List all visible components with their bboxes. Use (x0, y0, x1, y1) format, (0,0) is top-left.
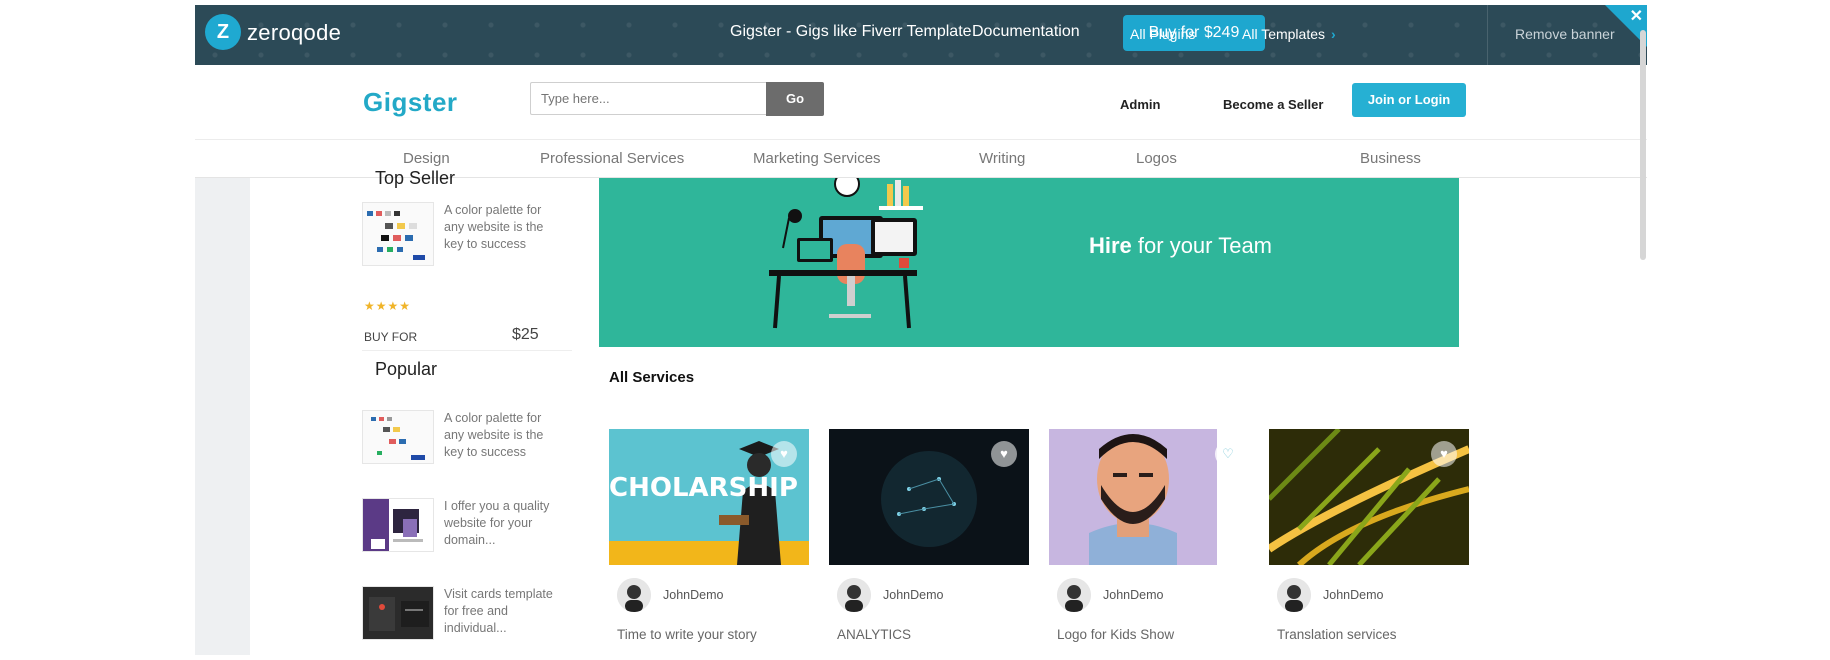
become-seller-link[interactable]: Become a Seller (1223, 97, 1323, 112)
top-seller-item[interactable]: A color palette for any website is the k… (362, 202, 572, 344)
service-card-image[interactable]: ♥ (829, 429, 1029, 565)
popular-item[interactable]: A color palette for any website is the k… (362, 410, 572, 490)
scrollbar[interactable] (1640, 30, 1646, 260)
palette-thumbnail-icon[interactable] (362, 202, 434, 266)
popular-item[interactable]: Visit cards template for free and indivi… (362, 586, 572, 655)
category-marketing-services[interactable]: Marketing Services (753, 150, 881, 167)
heart-icon[interactable]: ♥ (1431, 441, 1457, 467)
popular-item[interactable]: I offer you a quality website for your d… (362, 498, 572, 578)
workspace-illustration-icon (769, 178, 923, 329)
website-thumbnail-icon[interactable] (362, 498, 434, 552)
visit-card-thumbnail-icon[interactable] (362, 586, 434, 640)
palette-thumbnail-icon[interactable] (362, 410, 434, 464)
category-professional-services[interactable]: Professional Services (540, 150, 684, 167)
all-services-heading: All Services (609, 369, 695, 386)
price-value: $25 (512, 326, 539, 343)
sidebar: Top Seller A color palette for any websi… (362, 168, 572, 655)
service-card[interactable]: ♥ JohnDemo ANALYTICS (829, 429, 1029, 655)
zeroqode-logo-icon[interactable]: Z (205, 14, 241, 50)
card-title[interactable]: Time to write your story (617, 627, 757, 642)
page-frame: Z zeroqode Gigster - Gigs like Fiverr Te… (195, 5, 1647, 655)
popular-item-text[interactable]: A color palette for any website is the k… (444, 410, 554, 461)
card-author[interactable]: JohnDemo (663, 588, 723, 602)
join-login-button[interactable]: Join or Login (1352, 83, 1466, 117)
avatar[interactable] (1277, 578, 1311, 612)
category-logos[interactable]: Logos (1136, 150, 1177, 167)
hero-title-bold: Hire (1089, 233, 1132, 258)
avatar[interactable] (1057, 578, 1091, 612)
zeroqode-brand[interactable]: zeroqode (247, 20, 341, 46)
scholarship-text: CHOLARSHIP (609, 473, 798, 503)
service-card-image[interactable]: CHOLARSHIP ♥ (609, 429, 809, 565)
all-plugins-label: All Plugins (1130, 26, 1196, 42)
top-seller-text[interactable]: A color palette for any website is the k… (444, 202, 554, 253)
top-seller-heading: Top Seller (375, 168, 456, 188)
rating-stars: ★★★★ (364, 299, 412, 313)
hire-banner[interactable]: Hire for your Team (599, 178, 1459, 347)
heart-icon[interactable]: ♥ (991, 441, 1017, 467)
all-templates-link[interactable]: All Templates › (1242, 26, 1336, 42)
documentation-link[interactable]: Documentation (972, 23, 1080, 41)
category-writing[interactable]: Writing (979, 150, 1025, 167)
all-plugins-link[interactable]: All Plugins › (1130, 26, 1206, 42)
card-author[interactable]: JohnDemo (1103, 588, 1163, 602)
hero-title: Hire for your Team (1089, 233, 1272, 259)
chevron-right-icon: › (1201, 26, 1207, 42)
card-author[interactable]: JohnDemo (1323, 588, 1383, 602)
popular-item-text[interactable]: Visit cards template for free and indivi… (444, 586, 554, 637)
category-business[interactable]: Business (1360, 150, 1421, 167)
hero-title-rest: for your Team (1131, 233, 1273, 258)
sidebar-divider (362, 350, 572, 351)
popular-heading: Popular (375, 359, 438, 379)
service-card[interactable]: ♡ JohnDemo Logo for Kids Show (1049, 429, 1249, 655)
avatar[interactable] (617, 578, 651, 612)
category-design[interactable]: Design (403, 150, 450, 167)
chevron-right-icon: › (1331, 26, 1336, 42)
admin-link[interactable]: Admin (1120, 97, 1160, 112)
promo-banner: Z zeroqode Gigster - Gigs like Fiverr Te… (195, 5, 1647, 65)
close-icon[interactable]: ✕ (1630, 6, 1643, 26)
service-card-image[interactable]: ♡ (1049, 429, 1249, 565)
site-header: Gigster Go Admin Become a Seller Join or… (195, 65, 1647, 140)
service-card[interactable]: CHOLARSHIP ♥ JohnDemo Time to write your… (609, 429, 809, 655)
popular-item-text[interactable]: I offer you a quality website for your d… (444, 498, 554, 549)
service-card-image[interactable]: ♥ (1269, 429, 1469, 565)
remove-banner-link[interactable]: Remove banner (1515, 26, 1615, 42)
search-input[interactable] (530, 82, 766, 115)
search-go-button[interactable]: Go (766, 82, 824, 116)
card-title[interactable]: ANALYTICS (837, 627, 911, 642)
banner-template-title[interactable]: Gigster - Gigs like Fiverr Template (730, 23, 972, 41)
gigster-logo[interactable]: Gigster (363, 87, 458, 118)
banner-divider (1487, 5, 1488, 65)
heart-icon[interactable]: ♡ (1215, 441, 1241, 467)
all-templates-label: All Templates (1242, 26, 1326, 42)
buy-for-label: BUY FOR (364, 330, 418, 344)
avatar[interactable] (837, 578, 871, 612)
card-title[interactable]: Logo for Kids Show (1057, 627, 1174, 642)
card-title[interactable]: Translation services (1277, 627, 1397, 642)
service-card[interactable]: ♥ JohnDemo Translation services (1269, 429, 1469, 655)
heart-icon[interactable]: ♥ (771, 441, 797, 467)
card-author[interactable]: JohnDemo (883, 588, 943, 602)
logo-text: Gigster (363, 87, 458, 117)
